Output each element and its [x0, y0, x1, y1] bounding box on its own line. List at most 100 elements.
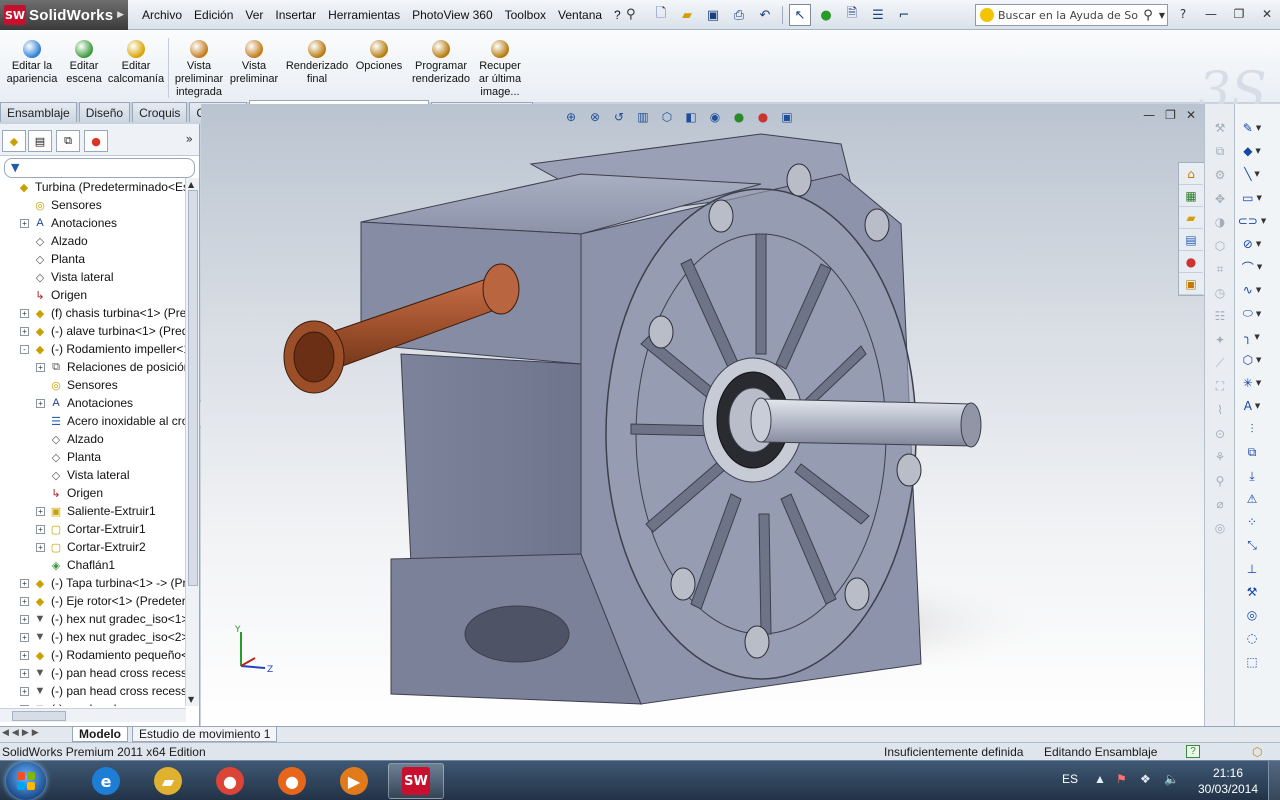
property-manager-tab-icon[interactable]: ▤ — [28, 130, 52, 152]
offset-icon[interactable]: ⧉ — [1239, 443, 1265, 463]
chevron-down-icon[interactable]: ▼ — [1254, 170, 1259, 178]
taskbar-app-internet-explorer[interactable]: e — [78, 763, 134, 799]
help-search-box[interactable]: Buscar en la Ayuda de Solid ⚲ ▼ — [975, 4, 1168, 26]
interference-icon[interactable]: ⛶ — [1207, 377, 1233, 397]
expand-icon[interactable]: + — [20, 614, 29, 624]
tag-icon[interactable]: ⬡ — [1252, 745, 1262, 759]
bottom-tab[interactable]: Modelo — [72, 727, 128, 742]
expand-icon[interactable]: + — [36, 524, 45, 534]
mate-icon[interactable]: ⚒ — [1207, 118, 1233, 138]
arc-icon[interactable]: ⌒ ▼ — [1239, 257, 1265, 277]
print-icon[interactable]: ⎙ — [728, 4, 750, 26]
ribbon-button[interactable]: Programar renderizado — [410, 40, 472, 86]
instant3d-icon[interactable]: ⚘ — [1207, 447, 1233, 467]
hole-alignment-icon[interactable]: ⊙ — [1207, 424, 1233, 444]
chevron-down-icon[interactable]: ▼ — [1261, 217, 1266, 225]
ribbon-button[interactable]: Renderizado final — [284, 40, 350, 86]
tree-node[interactable]: + A Anotaciones — [0, 214, 186, 232]
tree-node[interactable]: + ▼ (-) pan head cross recess sc — [0, 682, 186, 700]
chevron-down-icon[interactable]: ▼ — [1256, 286, 1261, 294]
solidworks-menu-button[interactable]: SW SolidWorks ▶ — [0, 0, 128, 30]
tree-node[interactable]: ◎ Sensores — [0, 376, 186, 394]
file-properties-icon[interactable]: 🗎 — [841, 4, 863, 26]
ribbon-button[interactable]: Editar escena — [62, 40, 106, 86]
expand-icon[interactable]: + — [20, 308, 29, 318]
chevron-down-icon[interactable]: ▼ — [1256, 124, 1261, 132]
start-button[interactable] — [6, 762, 46, 800]
tree-node[interactable]: + ◆ (-) Rodamiento pequeño<1 — [0, 646, 186, 664]
graphics-area[interactable]: ⊕ ⊗ ↺ ▥ ⬡ ◧ ◉ ● ● ▣ — ❐ ✕ Y Z ⌂ ▦ ▰ ▤ ● … — [201, 104, 1204, 726]
menu-item[interactable]: Ventana — [552, 8, 608, 22]
tree-node[interactable]: + ◆ (-) Eje rotor<1> (Predeterm — [0, 592, 186, 610]
move-component-icon[interactable]: ✥ — [1207, 189, 1233, 209]
taskbar-app-file-explorer[interactable]: ▰ — [140, 763, 196, 799]
menu-item[interactable]: Archivo — [136, 8, 188, 22]
custom-properties-icon[interactable]: ▣ — [1179, 273, 1203, 295]
repair-sketch-icon[interactable]: ⚒ — [1239, 582, 1265, 602]
show-hidden-icons-icon[interactable]: ▲ — [1094, 772, 1106, 786]
new-motion-icon[interactable]: ◷ — [1207, 283, 1233, 303]
tree-node[interactable]: ◇ Alzado — [0, 232, 186, 250]
reference-geometry-icon[interactable]: ⌗ — [1207, 259, 1233, 279]
expand-icon[interactable]: + — [20, 668, 29, 678]
mirror-icon[interactable]: ⫶ — [1239, 420, 1265, 440]
new-document-icon[interactable]: 🗋 — [650, 4, 672, 26]
trim-icon[interactable]: ⚠ — [1239, 489, 1265, 509]
tree-node[interactable]: + A Anotaciones — [0, 394, 186, 412]
tree-node[interactable]: + ⧉ Relaciones de posición — [0, 358, 186, 376]
ribbon-button[interactable]: Editar calcomanía — [106, 40, 166, 86]
tree-node[interactable]: ↳ Origen — [0, 286, 186, 304]
tree-vertical-scrollbar[interactable]: ▲ ▼ — [185, 178, 199, 706]
circle-icon[interactable]: ⊘ ▼ — [1239, 234, 1265, 254]
tree-node[interactable]: ◇ Planta — [0, 448, 186, 466]
expand-icon[interactable]: + — [20, 596, 29, 606]
exploded-view-icon[interactable]: ✦ — [1207, 330, 1233, 350]
design-library-icon[interactable]: ▦ — [1179, 185, 1203, 207]
chevron-down-icon[interactable]: ▼ — [1256, 379, 1261, 387]
scrollbar-thumb[interactable] — [12, 711, 66, 721]
tree-node[interactable]: + ◆ (f) chasis turbina<1> (Pred — [0, 304, 186, 322]
view-palette-icon[interactable]: ▤ — [1179, 229, 1203, 251]
tree-node[interactable]: + ▼ (-) hex nut gradec_iso<2> ( — [0, 628, 186, 646]
menu-item[interactable]: Insertar — [269, 8, 322, 22]
rectangle-icon[interactable]: ▭ ▼ — [1239, 188, 1265, 208]
pattern-icon[interactable]: ⁘ — [1239, 512, 1265, 532]
expand-icon[interactable]: + — [20, 218, 29, 228]
slot-icon[interactable]: ⊂⊃ ▼ — [1238, 211, 1267, 231]
tab-scroll-arrows-icon[interactable]: ◀◀▶▶ — [2, 728, 42, 738]
show-desktop-button[interactable] — [1268, 761, 1280, 800]
ribbon-button[interactable]: Opciones — [354, 40, 404, 73]
collapse-icon[interactable]: - — [20, 344, 29, 354]
command-tab[interactable]: Ensamblaje — [0, 102, 77, 122]
move-entities-icon[interactable]: ⤡ — [1239, 536, 1265, 556]
action-center-icon[interactable]: ⚑ — [1116, 772, 1127, 786]
command-tab[interactable]: Diseño — [78, 102, 131, 122]
explode-line-icon[interactable]: ⟋ — [1207, 353, 1233, 373]
line-icon[interactable]: ╲ ▼ — [1239, 164, 1265, 184]
polygon-icon[interactable]: ⬡ ▼ — [1239, 350, 1265, 370]
chevron-down-icon[interactable]: ▼ — [1256, 194, 1261, 202]
menu-item[interactable]: Herramientas — [322, 8, 406, 22]
ribbon-button[interactable]: Recuper ar última image... — [474, 40, 526, 99]
text-icon[interactable]: A ▼ — [1239, 396, 1265, 416]
expand-icon[interactable]: + — [36, 542, 45, 552]
dropbox-icon[interactable]: ❖ — [1140, 772, 1151, 786]
spline-icon[interactable]: ∿ ▼ — [1239, 280, 1265, 300]
ribbon-button[interactable]: Vista preliminar — [228, 40, 280, 86]
take-snapshot-icon[interactable]: ◎ — [1207, 518, 1233, 538]
relations-icon[interactable]: ⊥ — [1239, 559, 1265, 579]
convert-entities-icon[interactable]: ⤓ — [1239, 466, 1265, 486]
clearance-icon[interactable]: ⌇ — [1207, 400, 1233, 420]
volume-icon[interactable]: 🔈 — [1164, 772, 1179, 786]
ribbon-button[interactable]: Editar la apariencia — [4, 40, 60, 86]
expand-icon[interactable]: + — [20, 326, 29, 336]
tree-node[interactable]: ◈ Chaflán1 — [0, 556, 186, 574]
solidworks-resources-icon[interactable]: ⌂ — [1179, 163, 1203, 185]
tree-node[interactable]: ◇ Planta — [0, 250, 186, 268]
command-tab[interactable]: Croquis — [132, 102, 188, 122]
pin-menu-icon[interactable]: ⚲ — [626, 7, 636, 22]
menu-item[interactable]: Edición — [188, 8, 239, 22]
taskbar-app-media-player[interactable]: ▶ — [326, 763, 382, 799]
open-folder-icon[interactable]: ▰ — [676, 4, 698, 26]
save-icon[interactable]: ▣ — [702, 4, 724, 26]
